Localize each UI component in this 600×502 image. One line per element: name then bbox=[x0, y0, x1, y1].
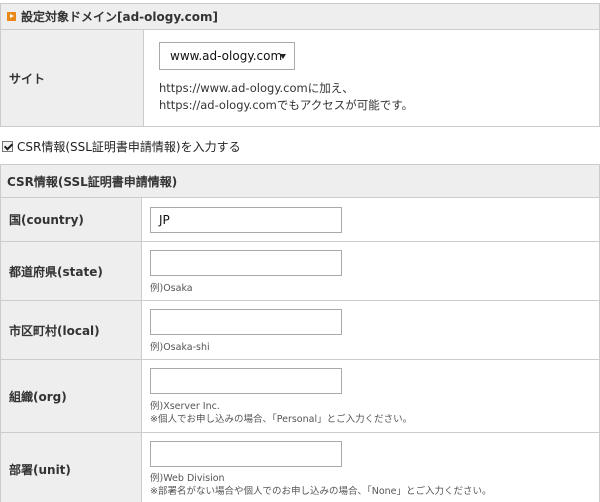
site-row: サイト www.ad-ology.com https://www.ad-olog… bbox=[1, 30, 599, 126]
local-value-cell: 例)Osaka-shi bbox=[142, 301, 599, 359]
site-label: サイト bbox=[1, 30, 144, 126]
site-value-cell: www.ad-ology.com https://www.ad-ology.co… bbox=[144, 30, 599, 126]
unit-label: 部署(unit) bbox=[1, 433, 142, 502]
country-input[interactable]: JP bbox=[150, 207, 342, 233]
country-value-cell: JP bbox=[142, 198, 599, 241]
form-row-local: 市区町村(local) 例)Osaka-shi bbox=[1, 301, 599, 360]
state-input[interactable] bbox=[150, 250, 342, 276]
domain-settings-header: 設定対象ドメイン[ad-ology.com] bbox=[1, 4, 599, 30]
orange-arrow-icon bbox=[7, 12, 16, 21]
unit-value-cell: 例)Web Division ※部署名がない場合や個人でのお申し込みの場合、「N… bbox=[142, 433, 599, 502]
csr-checkbox[interactable] bbox=[2, 141, 13, 152]
country-input-value: JP bbox=[159, 213, 170, 227]
domain-settings-title: 設定対象ドメイン[ad-ology.com] bbox=[21, 10, 218, 24]
unit-example: 例)Web Division bbox=[150, 473, 225, 484]
site-select-value: www.ad-ology.com bbox=[170, 49, 283, 63]
local-label: 市区町村(local) bbox=[1, 301, 142, 359]
dropdown-arrow-icon bbox=[280, 54, 286, 59]
csr-info-title: CSR情報(SSL証明書申請情報) bbox=[7, 174, 178, 189]
form-row-unit: 部署(unit) 例)Web Division ※部署名がない場合や個人でのお申… bbox=[1, 433, 599, 502]
org-note: ※個人でお申し込みの場合、「Personal」とご入力ください。 bbox=[150, 414, 413, 425]
state-label: 都道府県(state) bbox=[1, 242, 142, 300]
org-value-cell: 例)Xserver Inc. ※個人でお申し込みの場合、「Personal」とご… bbox=[142, 360, 599, 432]
form-row-state: 都道府県(state) 例)Osaka bbox=[1, 242, 599, 301]
state-example: 例)Osaka bbox=[150, 283, 193, 294]
site-note-line1: https://www.ad-ology.comに加え、 bbox=[159, 81, 354, 95]
country-label: 国(country) bbox=[1, 198, 142, 241]
state-value-cell: 例)Osaka bbox=[142, 242, 599, 300]
form-row-org: 組織(org) 例)Xserver Inc. ※個人でお申し込みの場合、「Per… bbox=[1, 360, 599, 433]
org-input[interactable] bbox=[150, 368, 342, 394]
org-example: 例)Xserver Inc. bbox=[150, 401, 220, 412]
unit-note: ※部署名がない場合や個人でのお申し込みの場合、「None」とご入力ください。 bbox=[150, 486, 492, 497]
local-input[interactable] bbox=[150, 309, 342, 335]
site-note-line2: https://ad-ology.comでもアクセスが可能です。 bbox=[159, 98, 414, 112]
csr-checkbox-row[interactable]: CSR情報(SSL証明書申請情報)を入力する bbox=[2, 138, 241, 155]
unit-input[interactable] bbox=[150, 441, 342, 467]
form-row-country: 国(country) JP bbox=[1, 198, 599, 242]
org-label: 組織(org) bbox=[1, 360, 142, 432]
csr-info-header: CSR情報(SSL証明書申請情報) bbox=[1, 165, 599, 198]
domain-settings-panel: 設定対象ドメイン[ad-ology.com] サイト www.ad-ology.… bbox=[0, 3, 600, 127]
csr-info-panel: CSR情報(SSL証明書申請情報) 国(country) JP 都道府県(sta… bbox=[0, 164, 600, 502]
csr-checkbox-label[interactable]: CSR情報(SSL証明書申請情報)を入力する bbox=[17, 138, 241, 155]
local-example: 例)Osaka-shi bbox=[150, 342, 210, 353]
site-select[interactable]: www.ad-ology.com bbox=[159, 42, 295, 70]
